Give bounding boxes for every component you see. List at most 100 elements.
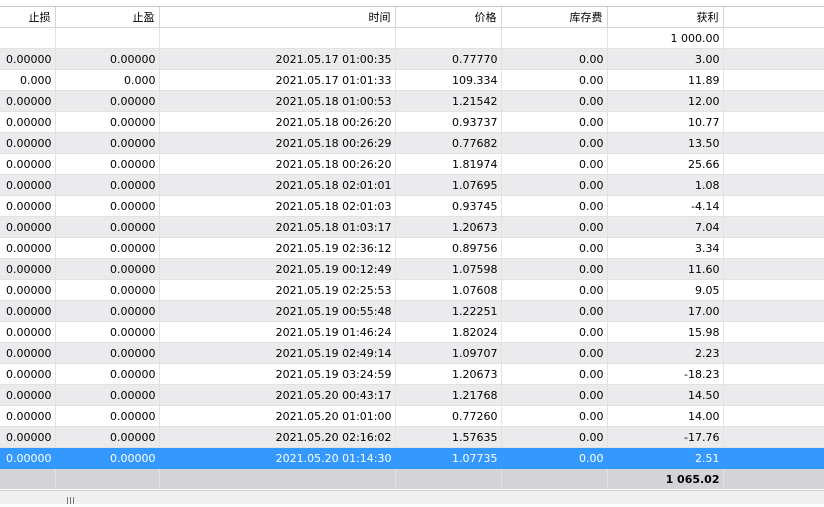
column-header-price[interactable]: 价格	[395, 7, 502, 28]
cell-empty	[723, 216, 824, 238]
cell-profit: 3.00	[607, 48, 724, 70]
table-row[interactable]: 0.00000 0.00000 2021.05.20 01:01:00 0.77260…	[0, 405, 824, 427]
cell-time: 2021.05.19 01:46:24	[159, 321, 396, 343]
cell-take-profit: 0.00000	[55, 384, 160, 406]
cell-time: 2021.05.19 03:24:59	[159, 363, 396, 385]
cell-price: 1.20673	[395, 363, 502, 385]
column-header-swap[interactable]: 库存费	[501, 7, 608, 28]
cell-stop-loss: 0.00000	[0, 132, 56, 154]
table-row[interactable]: 0.00000 0.00000 2021.05.18 01:00:53 1.21542…	[0, 90, 824, 112]
history-table: 止损 止盈 时间 价格 库存费 获利 1 000.00 0.00000 0.000…	[0, 7, 824, 489]
cell-profit: 14.50	[607, 384, 724, 406]
cell-empty	[723, 27, 824, 49]
cell-profit: 11.89	[607, 69, 724, 91]
cell-empty	[723, 153, 824, 175]
table-row[interactable]: 0.00000 0.00000 2021.05.19 00:55:48 1.22251…	[0, 300, 824, 322]
cell-empty	[723, 195, 824, 217]
horizontal-scrollbar[interactable]	[0, 490, 824, 504]
cell-take-profit: 0.00000	[55, 426, 160, 448]
table-row[interactable]: 0.00000 0.00000 2021.05.19 02:25:53 1.07608…	[0, 279, 824, 301]
table-row[interactable]: 0.00000 0.00000 2021.05.18 00:26:20 0.93737…	[0, 111, 824, 133]
cell-time: 2021.05.19 02:36:12	[159, 237, 396, 259]
column-header-time[interactable]: 时间	[159, 7, 396, 28]
table-row[interactable]: 0.00000 0.00000 2021.05.18 01:03:17 1.20673…	[0, 216, 824, 238]
cell-take-profit: 0.00000	[55, 279, 160, 301]
cell-time: 2021.05.20 01:01:00	[159, 405, 396, 427]
table-row[interactable]: 0.000 0.000 2021.05.17 01:01:33 109.334 0.00…	[0, 69, 824, 91]
cell-price: 1.21542	[395, 90, 502, 112]
cell-swap: 0.00	[501, 69, 608, 91]
cell-stop-loss: 0.00000	[0, 405, 56, 427]
cell-take-profit: 0.00000	[55, 153, 160, 175]
table-row[interactable]: 0.00000 0.00000 2021.05.19 00:12:49 1.07598…	[0, 258, 824, 280]
cell-empty	[723, 342, 824, 364]
cell-profit: 3.34	[607, 237, 724, 259]
cell-empty	[723, 132, 824, 154]
cell-take-profit: 0.00000	[55, 90, 160, 112]
column-header-profit[interactable]: 获利	[607, 7, 724, 28]
cell-price: 1.57635	[395, 426, 502, 448]
table-row[interactable]: 0.00000 0.00000 2021.05.19 02:36:12 0.89756…	[0, 237, 824, 259]
table-row[interactable]: 0.00000 0.00000 2021.05.19 02:49:14 1.09707…	[0, 342, 824, 364]
total-profit: 1 065.02	[607, 468, 724, 489]
totals-cell-empty	[501, 468, 608, 489]
table-row[interactable]: 0.00000 0.00000 2021.05.18 00:26:20 1.81974…	[0, 153, 824, 175]
cell-take-profit: 0.00000	[55, 300, 160, 322]
cell-time: 2021.05.18 00:26:20	[159, 111, 396, 133]
cell-swap: 0.00	[501, 405, 608, 427]
table-row[interactable]: 0.00000 0.00000 2021.05.20 00:43:17 1.21768…	[0, 384, 824, 406]
cell-stop-loss: 0.00000	[0, 384, 56, 406]
cell-price: 0.89756	[395, 237, 502, 259]
cell-stop-loss: 0.00000	[0, 342, 56, 364]
cell-time	[159, 27, 396, 49]
table-row[interactable]: 0.00000 0.00000 2021.05.17 01:00:35 0.77770…	[0, 48, 824, 70]
cell-price: 0.77260	[395, 405, 502, 427]
cell-profit: -4.14	[607, 195, 724, 217]
cell-time: 2021.05.19 02:49:14	[159, 342, 396, 364]
totals-row: 1 065.02	[0, 468, 824, 489]
table-row[interactable]: 0.00000 0.00000 2021.05.19 03:24:59 1.20673…	[0, 363, 824, 385]
table-row[interactable]: 0.00000 0.00000 2021.05.18 02:01:01 1.07695…	[0, 174, 824, 196]
cell-profit: 13.50	[607, 132, 724, 154]
cell-take-profit: 0.00000	[55, 363, 160, 385]
cell-swap: 0.00	[501, 48, 608, 70]
cell-swap: 0.00	[501, 258, 608, 280]
cell-take-profit: 0.00000	[55, 237, 160, 259]
column-header-take-profit[interactable]: 止盈	[55, 7, 160, 28]
cell-profit: 7.04	[607, 216, 724, 238]
table-row[interactable]: 0.00000 0.00000 2021.05.20 02:16:02 1.57635…	[0, 426, 824, 448]
table-header-row: 止损 止盈 时间 价格 库存费 获利	[0, 7, 824, 28]
cell-time: 2021.05.19 00:55:48	[159, 300, 396, 322]
table-row-selected[interactable]: 0.00000 0.00000 2021.05.20 01:14:30 1.07735…	[0, 447, 824, 469]
column-header-stop-loss[interactable]: 止损	[0, 7, 56, 28]
table-row[interactable]: 0.00000 0.00000 2021.05.19 01:46:24 1.82024…	[0, 321, 824, 343]
cell-swap: 0.00	[501, 216, 608, 238]
cell-stop-loss: 0.00000	[0, 216, 56, 238]
cell-swap: 0.00	[501, 237, 608, 259]
cell-empty	[723, 174, 824, 196]
cell-take-profit	[55, 27, 160, 49]
cell-profit: 10.77	[607, 111, 724, 133]
cell-price: 0.77770	[395, 48, 502, 70]
cell-time: 2021.05.18 01:03:17	[159, 216, 396, 238]
balance-row[interactable]: 1 000.00	[0, 27, 824, 49]
cell-swap: 0.00	[501, 300, 608, 322]
cell-time: 2021.05.20 00:43:17	[159, 384, 396, 406]
cell-take-profit: 0.00000	[55, 258, 160, 280]
cell-empty	[723, 237, 824, 259]
table-row[interactable]: 0.00000 0.00000 2021.05.18 02:01:03 0.93745…	[0, 195, 824, 217]
cell-price: 0.93745	[395, 195, 502, 217]
cell-profit: 1.08	[607, 174, 724, 196]
cell-stop-loss: 0.00000	[0, 321, 56, 343]
cell-swap: 0.00	[501, 342, 608, 364]
cell-stop-loss	[0, 27, 56, 49]
totals-cell-empty	[395, 468, 502, 489]
cell-time: 2021.05.17 01:01:33	[159, 69, 396, 91]
totals-cell-empty	[723, 468, 824, 489]
scrollbar-grip-icon[interactable]	[67, 494, 77, 504]
cell-time: 2021.05.17 01:00:35	[159, 48, 396, 70]
cell-take-profit: 0.00000	[55, 132, 160, 154]
table-row[interactable]: 0.00000 0.00000 2021.05.18 00:26:29 0.77682…	[0, 132, 824, 154]
cell-swap: 0.00	[501, 447, 608, 469]
cell-stop-loss: 0.00000	[0, 48, 56, 70]
